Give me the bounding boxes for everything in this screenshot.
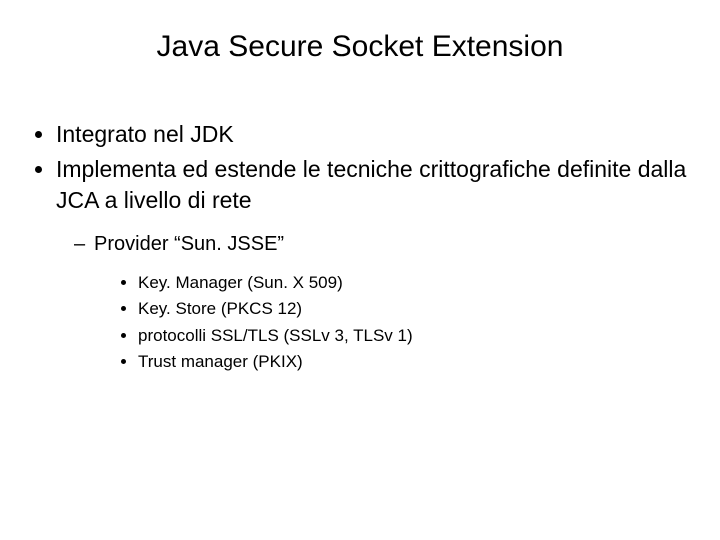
slide-title: Java Secure Socket Extension	[30, 30, 690, 64]
bullet-list-level2: Provider “Sun. JSSE” Key. Manager (Sun. …	[56, 230, 690, 375]
list-item-text: Implementa ed estende le tecniche critto…	[56, 156, 686, 213]
list-item: Trust manager (PKIX)	[138, 349, 690, 375]
list-item: Provider “Sun. JSSE” Key. Manager (Sun. …	[94, 230, 690, 375]
bullet-list-level3: Key. Manager (Sun. X 509) Key. Store (PK…	[94, 270, 690, 375]
list-item-text: Provider “Sun. JSSE”	[94, 233, 284, 255]
list-item: Implementa ed estende le tecniche critto…	[56, 154, 690, 375]
list-item: Key. Manager (Sun. X 509)	[138, 270, 690, 296]
slide: Java Secure Socket Extension Integrato n…	[0, 0, 720, 540]
list-item: protocolli SSL/TLS (SSLv 3, TLSv 1)	[138, 323, 690, 349]
list-item: Key. Store (PKCS 12)	[138, 296, 690, 322]
list-item: Integrato nel JDK	[56, 119, 690, 150]
bullet-list-level1: Integrato nel JDK Implementa ed estende …	[30, 119, 690, 376]
